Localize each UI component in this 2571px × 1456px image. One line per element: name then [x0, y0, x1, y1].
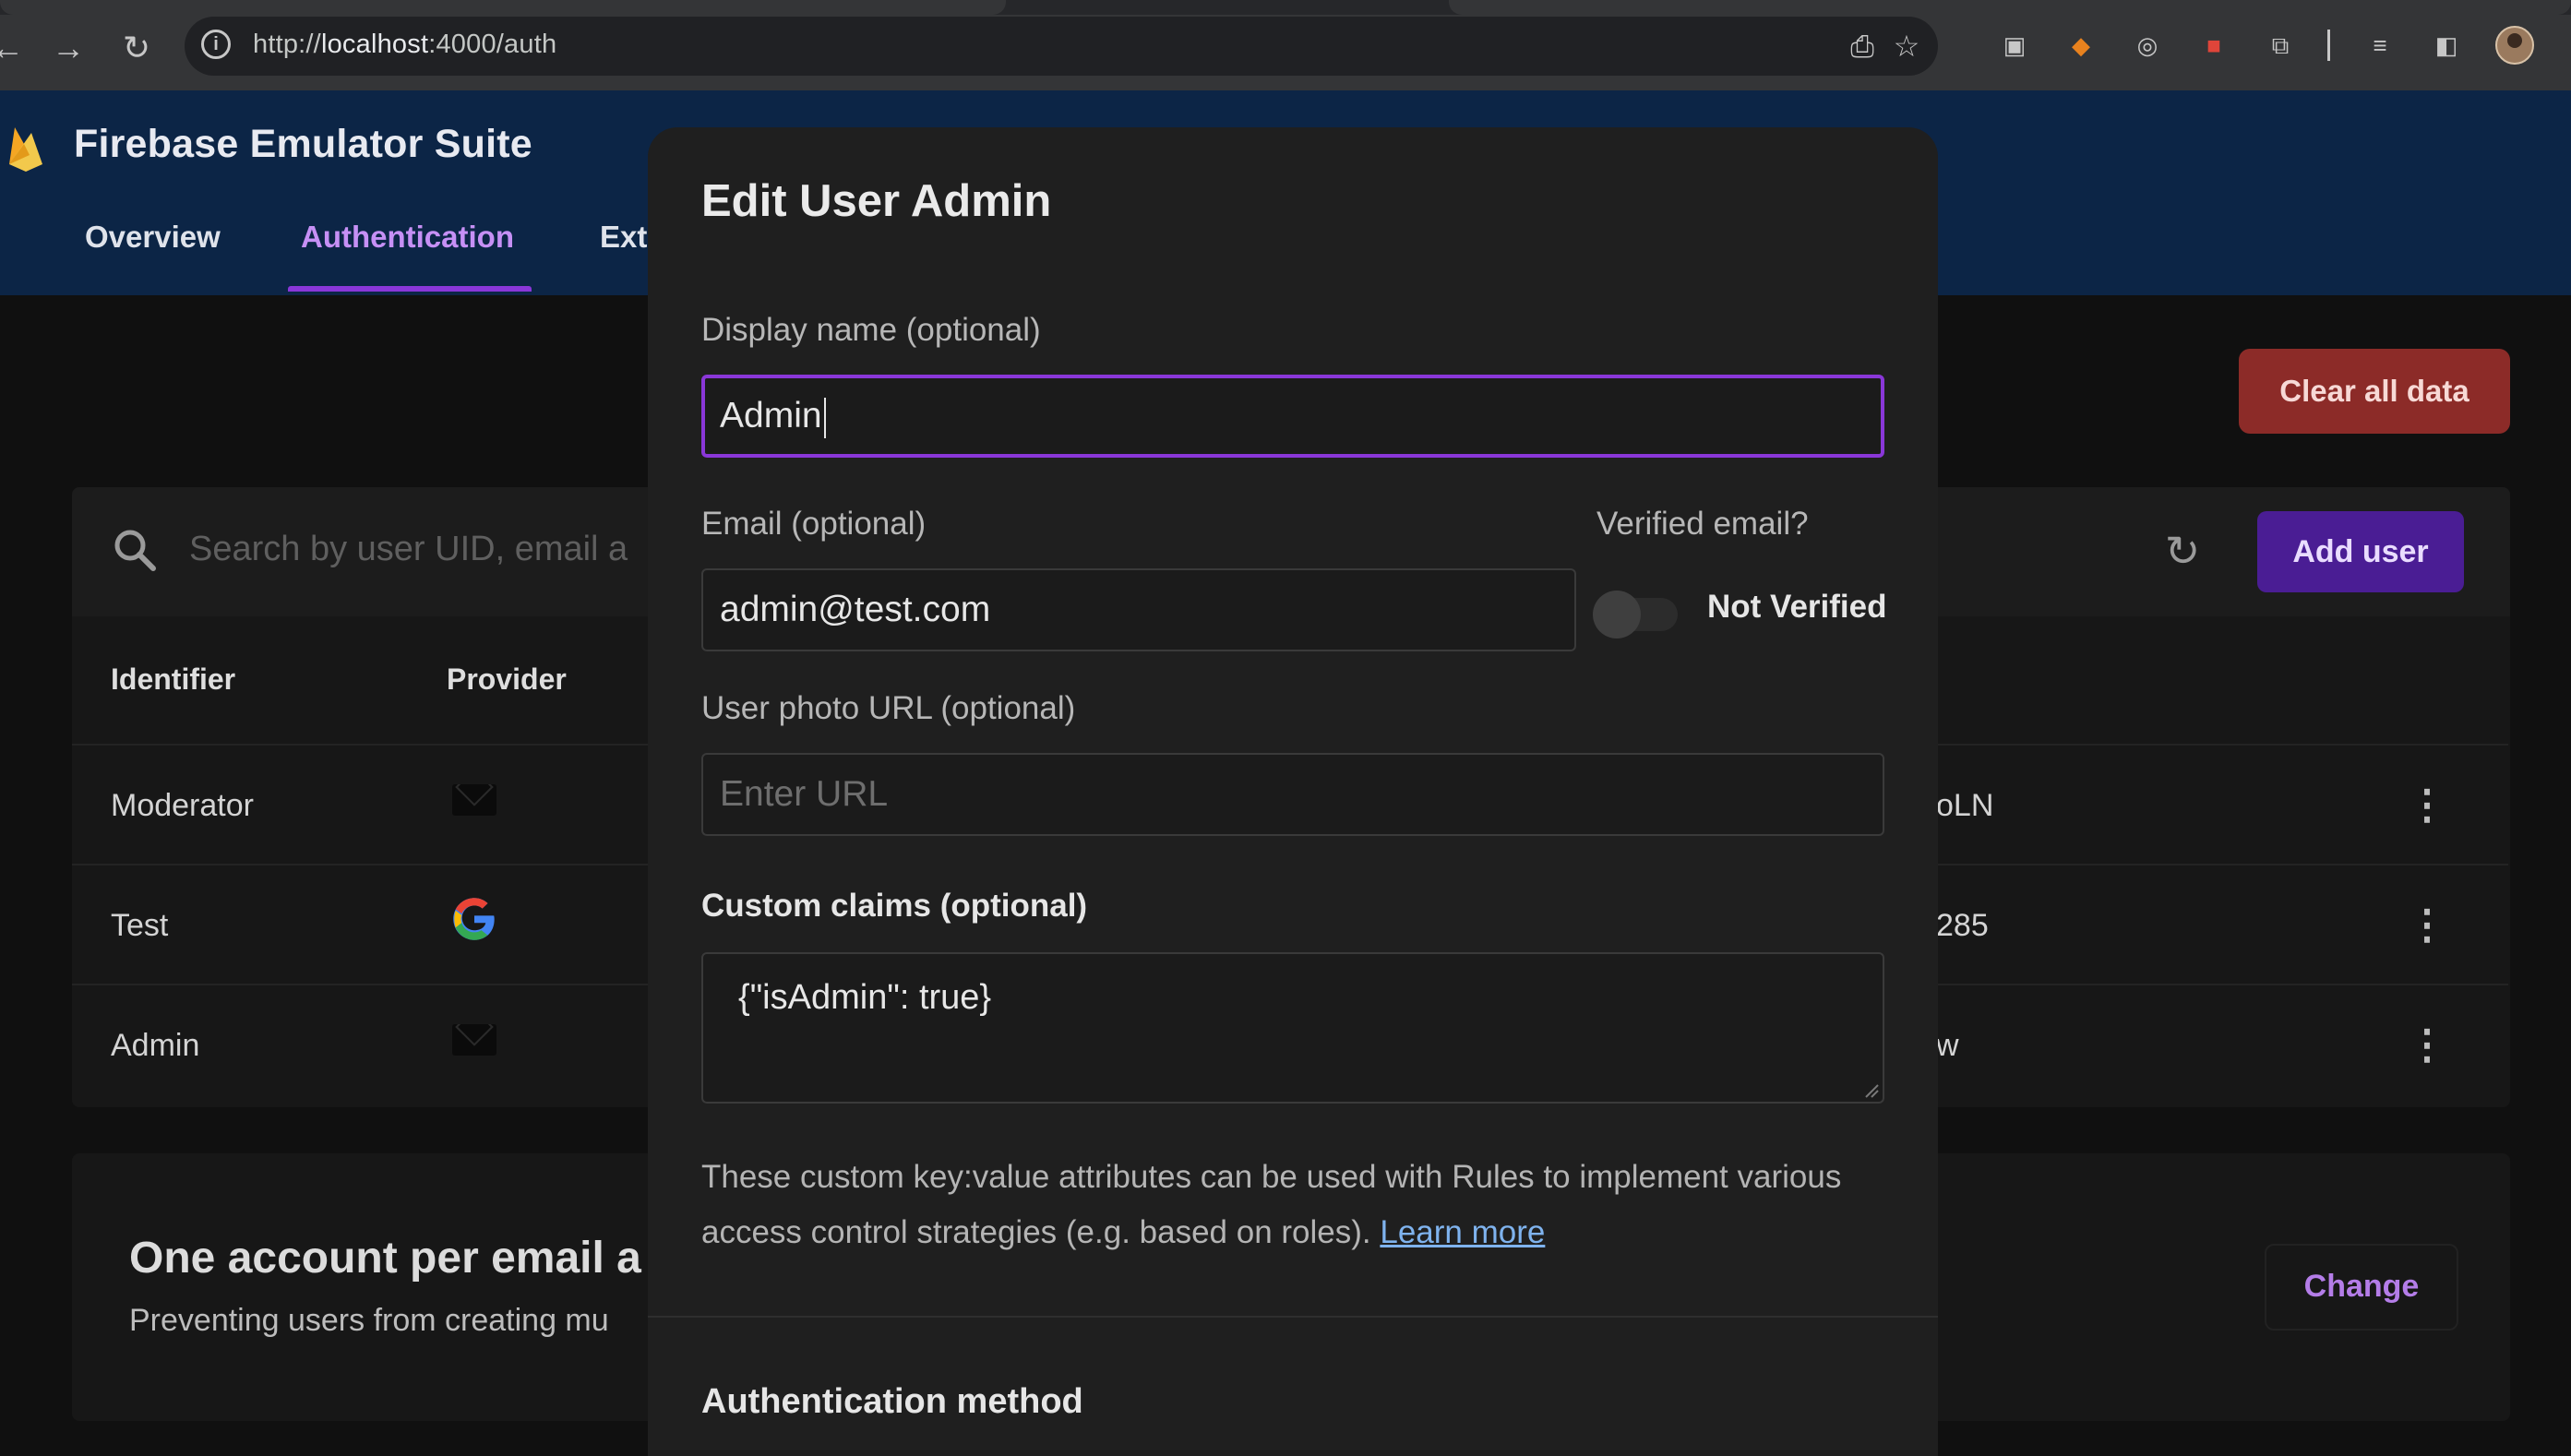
- back-icon[interactable]: ←: [0, 28, 28, 68]
- photo-url-input[interactable]: [701, 753, 1884, 836]
- email-provider-icon: [452, 1024, 496, 1056]
- install-icon[interactable]: ⎙: [1846, 30, 1879, 63]
- edit-user-dialog: Edit User Admin Display name (optional) …: [648, 127, 1938, 1456]
- tab-authentication[interactable]: Authentication: [301, 220, 514, 255]
- tab-extensions[interactable]: Ext: [600, 220, 647, 255]
- tab-search-icon[interactable]: ▣: [1997, 28, 2032, 63]
- table-row-uid: oLN: [1936, 788, 1994, 823]
- display-name-label: Display name (optional): [701, 312, 1041, 348]
- table-row-uid: w: [1936, 1028, 1959, 1063]
- browser-tab[interactable]: [1449, 0, 2571, 15]
- policy-title: One account per email a: [129, 1234, 641, 1283]
- learn-more-link[interactable]: Learn more: [1380, 1214, 1545, 1250]
- custom-claims-help: These custom key:value attributes can be…: [701, 1159, 1842, 1250]
- verified-email-label: Verified email?: [1596, 506, 1809, 542]
- address-bar[interactable]: i http://localhost:4000/auth ⎙ ☆: [185, 17, 1938, 76]
- section-divider: [648, 1316, 1938, 1318]
- forward-icon[interactable]: →: [48, 28, 89, 68]
- browser-tab[interactable]: [0, 0, 1006, 15]
- toolbar-separator: [2327, 30, 2330, 61]
- text-caret: [823, 397, 826, 438]
- resize-grip-icon[interactable]: [1864, 1083, 1879, 1098]
- table-row-identifier[interactable]: Admin: [111, 1028, 199, 1064]
- search-icon: [114, 530, 156, 571]
- verified-state-label: Not Verified: [1707, 589, 1887, 625]
- column-header-identifier[interactable]: Identifier: [111, 662, 235, 697]
- refresh-icon[interactable]: ↻: [2159, 528, 2206, 574]
- extensions-puzzle-icon[interactable]: ⧉: [2263, 28, 2298, 63]
- row-menu-icon[interactable]: ⋮: [2407, 782, 2447, 829]
- add-user-button[interactable]: Add user: [2257, 511, 2464, 592]
- toggle-knob[interactable]: [1593, 591, 1641, 638]
- custom-claims-label: Custom claims (optional): [701, 888, 1088, 924]
- site-info-icon[interactable]: i: [201, 30, 231, 59]
- table-row-uid: 285: [1936, 908, 1989, 943]
- clear-all-data-button[interactable]: Clear all data: [2239, 349, 2510, 434]
- policy-subtitle: Preventing users from creating mu: [129, 1303, 609, 1338]
- table-row-identifier[interactable]: Test: [111, 908, 168, 944]
- google-provider-icon: [453, 898, 495, 940]
- email-input[interactable]: admin@test.com: [701, 568, 1576, 651]
- side-panel-icon[interactable]: ◧: [2429, 28, 2464, 63]
- row-menu-icon[interactable]: ⋮: [2407, 1022, 2447, 1068]
- reload-icon[interactable]: ↻: [116, 28, 157, 68]
- dialog-title: Edit User Admin: [701, 176, 1052, 226]
- metamask-icon[interactable]: ◆: [2063, 28, 2099, 63]
- display-name-input[interactable]: Admin: [701, 375, 1884, 458]
- email-provider-icon: [452, 784, 496, 816]
- tab-overview[interactable]: Overview: [85, 220, 221, 255]
- browser-toolbar: ← → ↻ i http://localhost:4000/auth ⎙ ☆ ▣…: [0, 0, 2571, 90]
- change-policy-button[interactable]: Change: [2265, 1244, 2458, 1331]
- active-tab-indicator: [288, 286, 532, 292]
- search-input[interactable]: Search by user UID, email a: [189, 530, 628, 569]
- table-row-identifier[interactable]: Moderator: [111, 788, 254, 824]
- url-text[interactable]: http://localhost:4000/auth: [253, 30, 556, 60]
- custom-claims-textarea[interactable]: {"isAdmin": true}: [701, 952, 1884, 1104]
- bookmark-star-icon[interactable]: ☆: [1890, 30, 1923, 63]
- profile-avatar[interactable]: [2495, 26, 2534, 65]
- custom-claims-value: {"isAdmin": true}: [738, 978, 992, 1017]
- photo-url-label: User photo URL (optional): [701, 690, 1076, 726]
- app-title: Firebase Emulator Suite: [74, 122, 532, 166]
- auth-method-title: Authentication method: [701, 1382, 1083, 1421]
- firebase-logo-icon: [9, 127, 42, 172]
- column-header-provider[interactable]: Provider: [447, 662, 567, 697]
- row-menu-icon[interactable]: ⋮: [2407, 902, 2447, 949]
- reading-list-icon[interactable]: ≡: [2362, 28, 2398, 63]
- extension-red-icon[interactable]: ■: [2196, 28, 2231, 63]
- email-label: Email (optional): [701, 506, 927, 542]
- extension-eyes-icon[interactable]: ◎: [2130, 28, 2165, 63]
